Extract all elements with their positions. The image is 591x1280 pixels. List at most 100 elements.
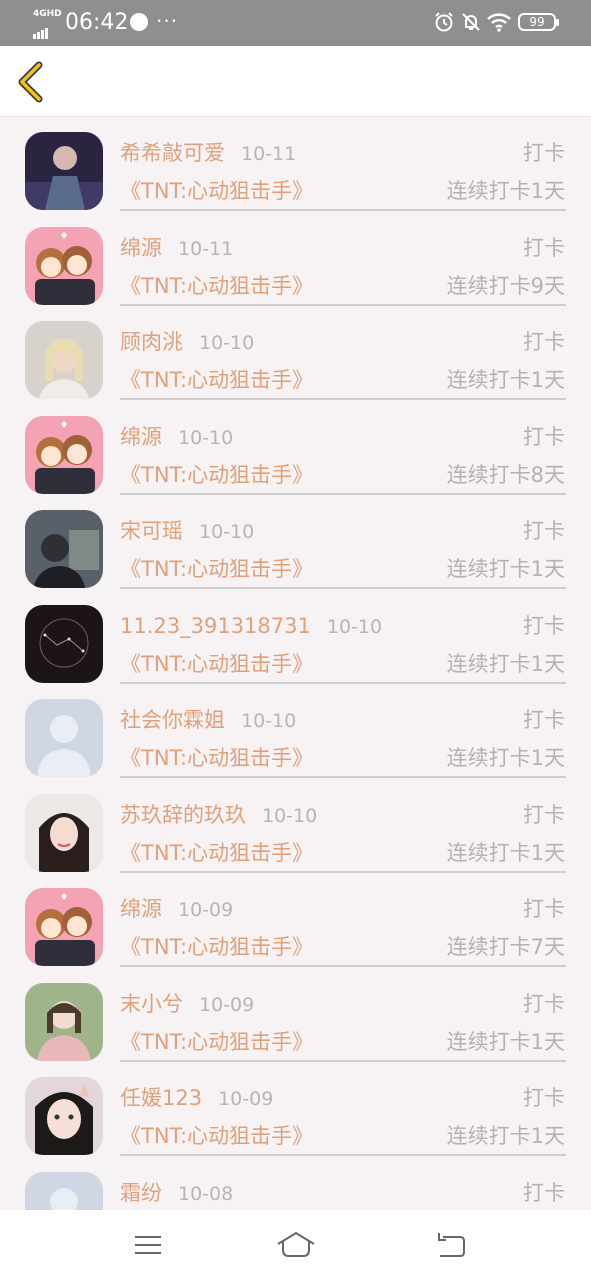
book-title[interactable]: 《TNT:心动狙击手》 [120,650,313,678]
checkin-date: 10-10 [199,332,255,354]
user-nickname-line: 希希敲可爱 10-11 [120,139,296,168]
list-item[interactable]: 绵源 10-09 打卡 《TNT:心动狙击手》 连续打卡7天 [0,873,591,967]
book-title[interactable]: 《TNT:心动狙击手》 [120,461,313,489]
checkin-date: 10-08 [178,1183,234,1205]
home-button[interactable] [276,1228,316,1262]
user-nickname-line: 宋可瑶 10-10 [120,517,254,546]
book-title[interactable]: 《TNT:心动狙击手》 [120,1028,313,1056]
back-nav-button[interactable] [430,1228,470,1262]
more-notifications: ··· [156,9,179,33]
checkin-label: 打卡 [523,519,565,543]
user-nickname-line: 顾肉洮 10-10 [120,328,254,357]
book-title[interactable]: 《TNT:心动狙击手》 [120,1122,313,1150]
checkin-date: 10-10 [262,805,318,827]
user-nickname[interactable]: 希希敲可爱 [120,141,225,165]
user-nickname[interactable]: 绵源 [120,236,162,260]
avatar[interactable] [25,227,103,305]
list-item[interactable]: 宋可瑶 10-10 打卡 《TNT:心动狙击手》 连续打卡1天 [0,495,591,589]
checkin-streak: 连续打卡1天 [446,652,565,676]
user-nickname-line: 苏玖辞的玖玖 10-10 [120,801,317,830]
checkin-label: 打卡 [523,897,565,921]
user-nickname[interactable]: 绵源 [120,897,162,921]
book-title[interactable]: 《TNT:心动狙击手》 [120,177,313,205]
checkin-streak: 连续打卡1天 [446,1030,565,1054]
book-title[interactable]: 《TNT:心动狙击手》 [120,272,313,300]
checkin-streak: 连续打卡1天 [446,841,565,865]
notification-app-icon [130,13,148,31]
checkin-label: 打卡 [523,992,565,1016]
checkin-list: 希希敲可爱 10-11 打卡 《TNT:心动狙击手》 连续打卡1天 绵源 10-11 打卡 《T… [0,117,591,1210]
status-bar: 4GHD 06:42 ··· 99 [0,0,591,46]
row-divider [120,776,566,778]
user-nickname[interactable]: 11.23_391318731 [120,614,311,638]
list-item[interactable]: 任媛123 10-09 打卡 《TNT:心动狙击手》 连续打卡1天 [0,1062,591,1156]
book-title[interactable]: 《TNT:心动狙击手》 [120,933,313,961]
user-nickname[interactable]: 绵源 [120,425,162,449]
row-divider [120,965,566,967]
user-nickname[interactable]: 顾肉洮 [120,330,183,354]
clock: 06:42 [65,10,129,35]
checkin-date: 10-10 [178,427,234,449]
book-title[interactable]: 《TNT:心动狙击手》 [120,839,313,867]
avatar[interactable] [25,132,103,210]
list-item[interactable]: 社会你霖姐 10-10 打卡 《TNT:心动狙击手》 连续打卡1天 [0,684,591,778]
user-nickname-line: 绵源 10-10 [120,423,233,452]
avatar[interactable] [25,1077,103,1155]
checkin-label: 打卡 [523,803,565,827]
checkin-streak: 连续打卡8天 [446,463,565,487]
network-type: 4GHD [33,9,62,19]
checkin-streak: 连续打卡1天 [446,368,565,392]
user-nickname-line: 任媛123 10-09 [120,1084,273,1113]
chevron-left-icon [18,61,43,103]
user-nickname[interactable]: 宋可瑶 [120,519,183,543]
list-item[interactable]: 希希敲可爱 10-11 打卡《TNT:心动狙击手》 连续打卡1天 [0,117,591,211]
user-nickname-line: 11.23_391318731 10-10 [120,612,382,641]
menu-button[interactable] [128,1228,168,1262]
list-item[interactable]: 11.23_391318731 10-10 打卡 《TNT:心动狙击手》 连续打卡1天 [0,590,591,684]
user-nickname-line: 绵源 10-09 [120,895,233,924]
checkin-label: 打卡 [523,425,565,449]
list-item[interactable]: 霜纷 10-08 打卡 [0,1157,591,1210]
checkin-date: 10-10 [199,521,255,543]
checkin-streak: 连续打卡1天 [446,179,565,203]
book-title[interactable]: 《TNT:心动狙击手》 [120,555,313,583]
book-title[interactable]: 《TNT:心动狙击手》 [120,744,313,772]
checkin-date: 10-09 [199,994,255,1016]
back-button[interactable] [12,60,52,104]
avatar[interactable] [25,983,103,1061]
user-nickname-line: 末小兮 10-09 [120,990,254,1019]
avatar[interactable] [25,321,103,399]
avatar[interactable] [25,510,103,588]
battery-indicator: 99 [518,13,559,31]
avatar[interactable] [25,794,103,872]
book-title[interactable]: 《TNT:心动狙击手》 [120,366,313,394]
checkin-date: 10-09 [178,899,234,921]
checkin-label: 打卡 [523,141,565,165]
checkin-date: 10-11 [178,238,234,260]
avatar[interactable] [25,605,103,683]
avatar[interactable] [25,1172,103,1210]
avatar[interactable] [25,699,103,777]
list-item[interactable]: 苏玖辞的玖玖 10-10 打卡《TNT:心动狙击手》 连续打卡1天 [0,779,591,873]
list-item[interactable]: 末小兮 10-09 打卡《TNT:心动狙击手》 连续打卡1天 [0,968,591,1062]
checkin-streak: 连续打卡9天 [446,274,565,298]
signal-icon [33,20,49,39]
back-icon [438,1233,465,1257]
checkin-date: 10-11 [241,143,297,165]
list-item[interactable]: 顾肉洮 10-10 打卡 《TNT:心动狙击手》 连续打卡1天 [0,306,591,400]
row-divider [120,1154,566,1156]
home-icon [277,1231,315,1257]
user-nickname[interactable]: 任媛123 [120,1086,202,1110]
checkin-streak: 连续打卡1天 [446,1124,565,1148]
avatar[interactable] [25,416,103,494]
checkin-date: 10-10 [241,710,297,732]
row-divider [120,398,566,400]
list-item[interactable]: 绵源 10-10 打卡《TNT:心动狙击手》 连续打卡8天 [0,401,591,495]
user-nickname[interactable]: 苏玖辞的玖玖 [120,803,246,827]
user-nickname[interactable]: 社会你霖姐 [120,708,225,732]
avatar[interactable] [25,888,103,966]
list-item[interactable]: 绵源 10-11 打卡 《TNT:心动狙击手》 连续打卡9天 [0,212,591,306]
wifi-icon [487,13,511,32]
user-nickname[interactable]: 末小兮 [120,992,183,1016]
user-nickname[interactable]: 霜纷 [120,1181,162,1205]
